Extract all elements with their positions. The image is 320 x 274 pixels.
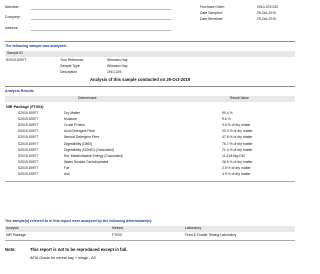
method-code-value: FT003 [112,233,122,237]
description-value: 1910-229 [107,70,122,74]
result-value: 4.9 % of dry matter [222,172,251,176]
methods-table-header: Analysis Method Laboratory [5,226,295,232]
result-value: 26.5 % of dry matter [222,159,253,164]
result-determinant: Digestibility (DMD) [64,141,93,146]
result-value: 9.6 % of dry matter [222,123,251,128]
afia-grade: AFIA Grade for cereal hay + silage : A2 [30,256,96,260]
package-label: NIR Package (FT003) [6,105,44,109]
divider-top [5,41,295,42]
purchase-order-label: Purchase Order: [200,5,225,9]
date-received-value: 29-Oct-2019 [257,17,276,21]
result-sample-id: S2019-50977 [18,111,39,115]
results-table-header: Determinant Result Value [5,96,295,102]
company-line [31,19,171,20]
result-value: 2.9 % of dry matter [222,165,251,170]
analysis-title: Analysis of this sample conducted on 29-… [90,77,191,82]
note-text: This report is not to be reproduced exce… [30,247,128,252]
result-sample-id: S2019-50977 [18,159,39,164]
result-value: 23.3 % of dry matter [222,129,253,134]
result-sample-id: S2019-50977 [18,165,39,170]
result-determinant: Crude Protein [64,123,85,128]
sample-id-value: S2019-50977 [6,58,27,62]
divider-methods [5,240,295,241]
result-sample-id: S2019-50977 [18,153,39,158]
date-received-label: Date Received: [200,17,224,21]
description-label: Description [60,70,77,74]
result-determinant: Water Soluble Carbohydrates [64,159,109,164]
divider-after-results [5,181,295,182]
method-lab-value: Feed & Fodder Testing Laboratory [185,233,237,237]
result-determinant: Moisture [64,117,78,122]
sample-type-label: Sample Type [60,64,80,68]
divider-results [5,86,295,87]
attention-label: Attention: [5,5,20,9]
result-value: 11.5 MJ/kg DM [222,153,245,158]
result-determinant: Est. Metabolisable Energy (Calculated) [64,153,123,158]
result-determinant: Dry Matter [64,111,80,115]
result-col-header: Result Value [230,96,249,100]
result-value: 71.4 % of dry matter [222,147,253,152]
attention-line [31,9,171,10]
result-determinant: Digestibility (DOMD) (Calculated) [64,147,114,152]
company-label: Company: [5,15,21,19]
result-sample-id: S2019-50977 [18,147,39,152]
purchase-order-value: 1910-229.232 [257,5,278,9]
report-header: Attention: Company: Address: Purchase Or… [5,5,295,42]
sample-section-heading: The following sample was analysed: [5,44,67,48]
sample-table-header: Sample ID [5,51,295,57]
result-determinant: Acid Detergent Fibre [64,129,96,134]
result-sample-id: S2019-50977 [18,135,39,140]
date-sampled-label: Date Sampled: [200,11,223,15]
result-determinant: Neutral Detergent Fibre [64,135,100,140]
laboratory-col-header: Laboratory [185,226,202,230]
date-sampled-value: 29-Oct-2019 [257,11,276,15]
methods-heading: The sample(s) referred to in this report… [5,219,153,223]
reference-label: Your Reference [60,58,84,62]
result-value: 90.4 % [222,111,233,115]
report-page: Attention: Company: Address: Purchase Or… [0,0,300,274]
sample-type-value: Wheaton Hay [107,64,128,68]
result-sample-id: S2019-50977 [18,141,39,146]
method-col-header: Method [112,226,124,230]
result-value: 47.6 % of dry matter [222,135,253,140]
result-value: 9.6 % [222,117,231,122]
sample-id-header: Sample ID [7,51,23,55]
method-analysis-value: NIR Package [6,233,26,237]
result-sample-id: S2019-50977 [18,123,39,128]
result-sample-id: S2019-50977 [18,129,39,134]
result-sample-id: S2019-50977 [18,172,39,176]
address-label: Address: [5,26,19,30]
results-heading: Analysis Results [5,89,34,93]
analysis-col-header: Analysis [6,226,19,230]
result-value: 76.7 % of dry matter [222,141,253,146]
result-determinant: Fat [64,165,69,170]
address-line [31,30,171,31]
determinant-col-header: Determinant [78,96,97,100]
result-sample-id: S2019-50977 [18,117,39,122]
note-label: Note: [5,247,16,252]
result-determinant: Ash [64,172,70,176]
reference-value: Wheaton Hay [107,58,128,62]
